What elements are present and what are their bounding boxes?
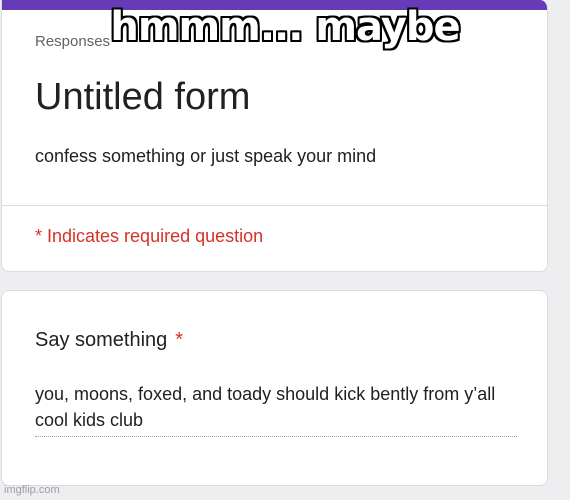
answer-field[interactable]: you, moons, foxed, and toady should kick… [35,381,517,437]
required-indicator-note: * Indicates required question [35,226,264,246]
question-title-text: Say something [35,329,168,351]
divider [2,205,547,206]
question-title: Say something * [35,329,183,352]
form-description: confess something or just speak your min… [35,146,377,166]
imgflip-watermark: imgflip.com [4,484,60,496]
form-title: Untitled form [35,76,251,118]
required-star: * [175,329,184,351]
question-card: Say something * you, moons, foxed, and to… [1,290,548,486]
meme-caption: hmmm... maybe [110,4,460,50]
